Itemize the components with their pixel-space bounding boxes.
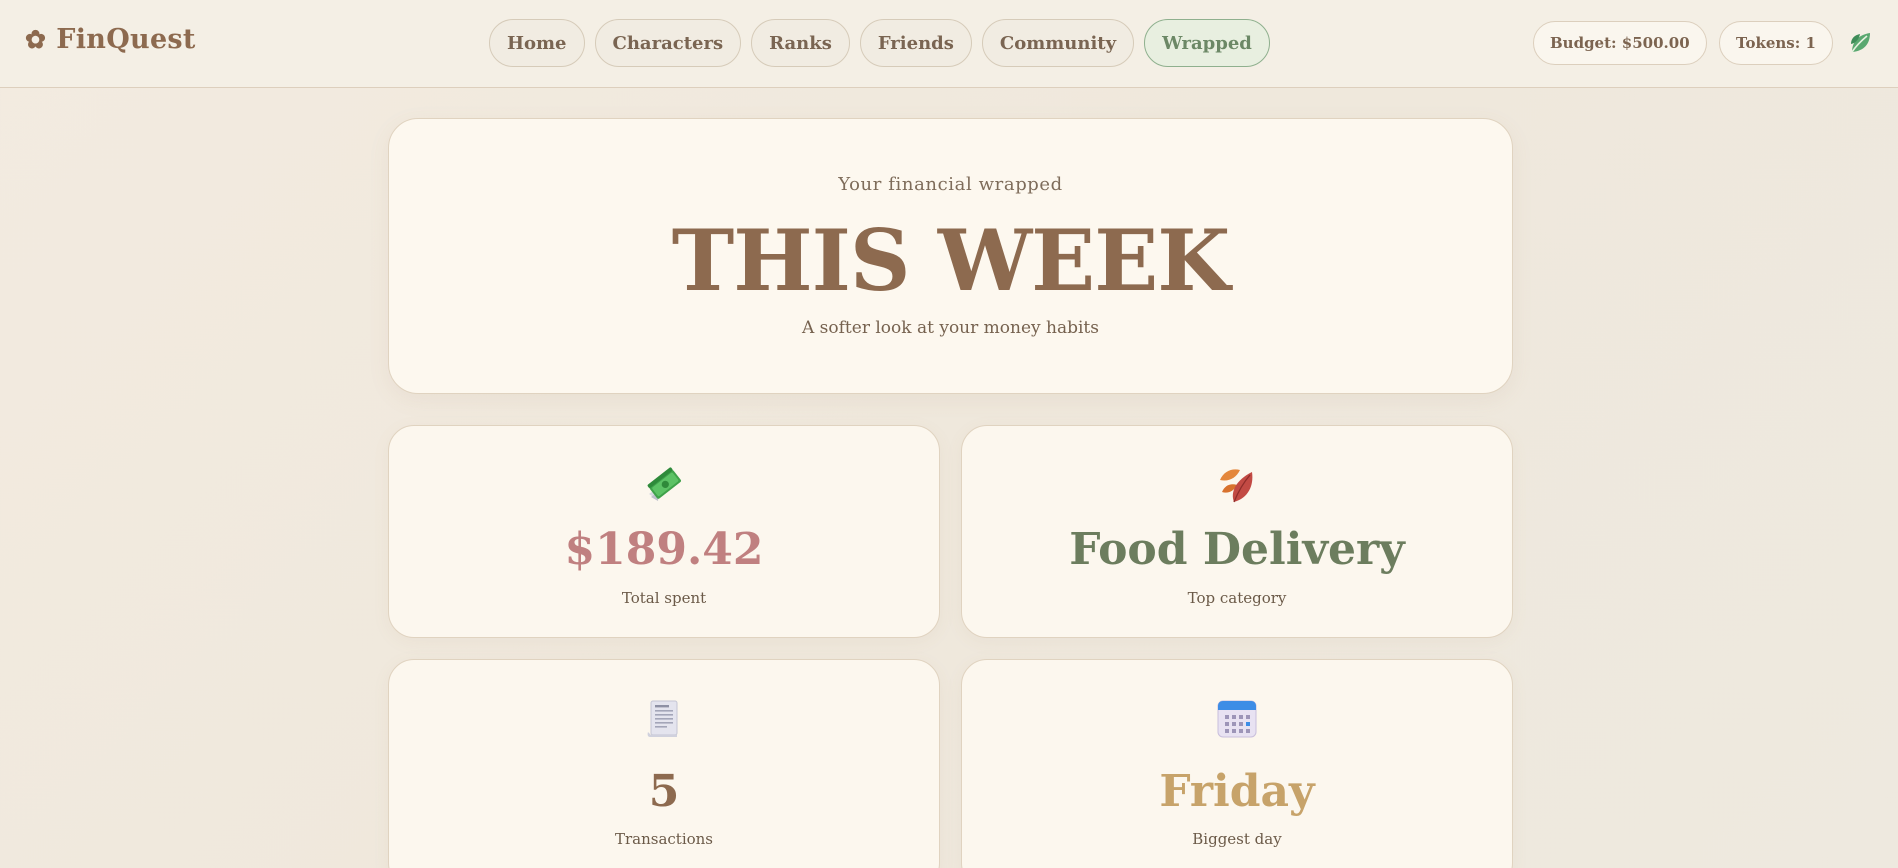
stat-card-biggest-day: Friday Biggest day bbox=[961, 659, 1513, 868]
biggest-day-value: Friday bbox=[1159, 766, 1315, 817]
biggest-day-label: Biggest day bbox=[1192, 830, 1282, 848]
total-spent-value: $189.42 bbox=[564, 524, 764, 575]
transactions-label: Transactions bbox=[614, 830, 714, 848]
top-category-label: Top category bbox=[1187, 589, 1287, 607]
fallen-leaf-icon bbox=[1216, 464, 1258, 506]
nav-characters[interactable]: Characters bbox=[594, 19, 742, 67]
receipt-icon bbox=[643, 698, 685, 740]
nav-friends[interactable]: Friends bbox=[859, 19, 972, 67]
nav-wrapped[interactable]: Wrapped bbox=[1144, 19, 1270, 67]
main-nav: Home Characters Ranks Friends Community … bbox=[489, 19, 1270, 67]
tokens-badge[interactable]: Tokens: 1 bbox=[1719, 21, 1833, 65]
nav-home[interactable]: Home bbox=[489, 19, 585, 67]
flower-icon: ✿ bbox=[25, 25, 47, 54]
app-name: FinQuest bbox=[56, 24, 196, 55]
money-with-wings-icon bbox=[643, 464, 685, 506]
transactions-value: 5 bbox=[648, 766, 680, 817]
nav-ranks[interactable]: Ranks bbox=[751, 19, 850, 67]
calendar-icon bbox=[1216, 698, 1258, 740]
hero-eyebrow: Your financial wrapped bbox=[838, 174, 1063, 195]
app-logo[interactable]: ✿ FinQuest bbox=[25, 24, 196, 55]
stat-card-top-category: Food Delivery Top category bbox=[961, 425, 1513, 638]
stat-card-transactions: 5 Transactions bbox=[388, 659, 940, 868]
top-category-value: Food Delivery bbox=[1069, 524, 1405, 575]
stat-card-total-spent: $189.42 Total spent bbox=[388, 425, 940, 638]
total-spent-label: Total spent bbox=[621, 589, 707, 607]
budget-badge[interactable]: Budget: $500.00 bbox=[1533, 21, 1707, 65]
leaf-icon[interactable] bbox=[1846, 28, 1876, 58]
hero-title: THIS WEEK bbox=[671, 211, 1230, 310]
wrapped-hero-card: Your financial wrapped THIS WEEK A softe… bbox=[388, 118, 1513, 394]
top-navigation-bar: ✿ FinQuest Home Characters Ranks Friends… bbox=[0, 0, 1898, 88]
nav-community[interactable]: Community bbox=[981, 19, 1135, 67]
hero-subtitle: A softer look at your money habits bbox=[802, 318, 1099, 338]
